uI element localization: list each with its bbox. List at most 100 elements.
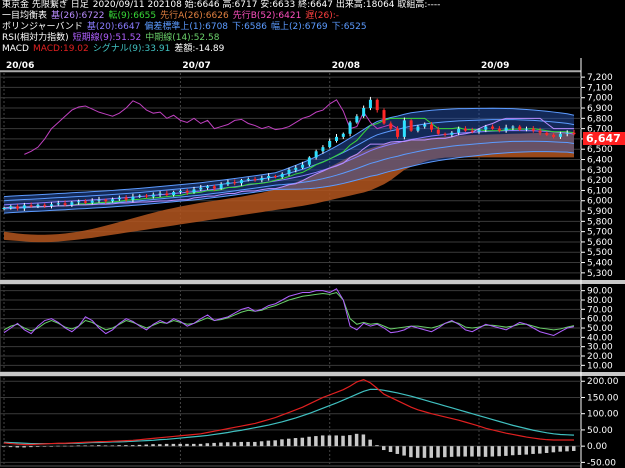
- macd-histogram-bar: [517, 446, 522, 455]
- candle-body: [328, 140, 332, 148]
- candle-body: [301, 164, 305, 168]
- candle-body: [491, 126, 495, 129]
- macd-histogram-bar: [151, 444, 155, 447]
- candle-body: [355, 116, 359, 123]
- macd-histogram-bar: [463, 446, 467, 457]
- candle-body: [531, 128, 535, 131]
- date-label: 20/07: [182, 61, 210, 71]
- macd-histogram-bar: [287, 438, 291, 447]
- candle-body: [396, 128, 400, 137]
- macd-histogram-bar: [449, 446, 454, 457]
- macd-histogram-bar: [293, 438, 298, 447]
- candle-body: [56, 203, 60, 205]
- y-tick-label: 6,500: [587, 145, 613, 155]
- macd-histogram-bar: [273, 440, 277, 447]
- macd-histogram-bar: [477, 446, 481, 457]
- y-tick-label: 5,700: [587, 228, 613, 238]
- macd-histogram-bar: [443, 446, 447, 458]
- macd-histogram-bar: [490, 446, 495, 457]
- candle-body: [558, 133, 562, 137]
- candle-body: [158, 193, 162, 195]
- macd-histogram-bar: [354, 433, 359, 447]
- candle-body: [463, 128, 467, 131]
- candle-body: [253, 179, 257, 181]
- macd-histogram-bar: [510, 446, 515, 456]
- candle-body: [90, 200, 94, 203]
- macd-histogram-bar: [35, 446, 40, 447]
- macd-histogram-bar: [171, 443, 176, 447]
- macd-histogram-bar: [49, 446, 53, 447]
- candle-body: [450, 132, 454, 135]
- macd-histogram-bar: [212, 442, 216, 447]
- candle-body: [131, 196, 135, 200]
- candle-body: [321, 147, 325, 152]
- macd-histogram-bar: [415, 446, 420, 458]
- candle-body: [280, 173, 284, 178]
- candle-body: [416, 126, 420, 131]
- macd-histogram-bar: [69, 445, 74, 447]
- macd-histogram-bar: [327, 435, 332, 447]
- candle-body: [552, 134, 556, 137]
- candle-body: [389, 123, 393, 129]
- candle-body: [138, 195, 142, 197]
- y-tick-label: 6,100: [587, 186, 613, 196]
- macd-histogram-bar: [246, 441, 250, 447]
- macd-histogram-bar: [544, 446, 549, 453]
- candle-body: [83, 201, 87, 203]
- macd-histogram-bar: [185, 443, 189, 447]
- date-label: 20/09: [481, 61, 509, 71]
- candle-body: [29, 205, 33, 207]
- macd-line: [3, 378, 575, 446]
- macd-histogram-bar: [225, 442, 230, 447]
- candle-body: [525, 128, 528, 130]
- y-tick-label: 5,400: [587, 259, 613, 269]
- candle-body: [50, 204, 53, 206]
- macd-histogram-bar: [117, 445, 121, 447]
- candle-body: [63, 203, 67, 205]
- candle-body: [145, 195, 148, 197]
- candle-body: [16, 206, 20, 209]
- macd-histogram-bar: [15, 446, 20, 448]
- macd-histogram-bar: [137, 444, 142, 447]
- candle-body: [2, 207, 6, 209]
- candle-body: [484, 126, 488, 130]
- macd-histogram-bar: [395, 446, 400, 454]
- candle-body: [70, 202, 74, 205]
- candle-body: [22, 205, 26, 209]
- y-tick-label: -50.00: [587, 458, 616, 468]
- candle-body: [518, 126, 522, 130]
- macd-histogram-bar: [63, 445, 67, 447]
- macd-histogram-bar: [497, 446, 501, 457]
- y-tick-label: 6,200: [587, 176, 613, 186]
- candle-body: [240, 180, 243, 184]
- chart-canvas[interactable]: 20/06 20/07 20/08 20/09 7,2007,1007,0006,90…: [0, 0, 625, 468]
- macd-histogram-bar: [341, 435, 345, 447]
- candle-body: [267, 176, 271, 179]
- macd-histogram-bar: [375, 445, 379, 447]
- macd-histogram-bar: [178, 443, 182, 447]
- candle-body: [36, 204, 40, 207]
- macd-histogram-bar: [409, 446, 413, 458]
- candle-body: [443, 133, 447, 135]
- macd-histogram-bar: [402, 446, 406, 456]
- macd-histogram-bar: [422, 446, 427, 458]
- candle-body: [199, 187, 203, 190]
- macd-histogram-bar: [531, 446, 535, 454]
- candle-body: [246, 179, 250, 181]
- panel-divider-2: [0, 372, 625, 376]
- y-tick-label: 100.00: [587, 410, 619, 420]
- macd-histogram-bar: [429, 446, 433, 458]
- macd-histogram-bar: [239, 441, 243, 447]
- date-label: 20/08: [332, 61, 360, 71]
- candle-body: [212, 186, 216, 189]
- macd-histogram-bar: [97, 445, 101, 447]
- y-tick-label: 6,800: [587, 114, 613, 124]
- candle-body: [307, 157, 311, 165]
- macd-histogram-bar: [83, 445, 87, 447]
- candle-body: [477, 129, 481, 132]
- macd-histogram-bar: [110, 445, 115, 447]
- y-tick-label: 7,100: [587, 83, 613, 93]
- y-tick-label: 5,500: [587, 248, 613, 258]
- macd-histogram-bar: [192, 443, 196, 447]
- macd-histogram-bar: [8, 446, 13, 448]
